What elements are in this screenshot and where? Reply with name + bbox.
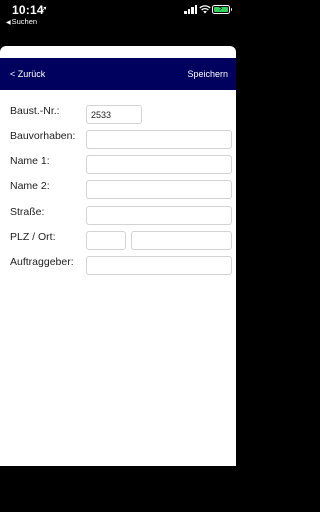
- auftraggeber-input[interactable]: [86, 256, 232, 275]
- battery-icon: ⚡: [212, 4, 232, 14]
- clock: 10:14: [12, 3, 44, 17]
- auftraggeber-label: Auftraggeber:: [10, 256, 74, 268]
- back-triangle-icon: ◀: [6, 20, 11, 26]
- bauvorhaben-label: Bauvorhaben:: [10, 130, 76, 142]
- save-button[interactable]: Speichern: [187, 69, 228, 79]
- wifi-icon: [199, 5, 211, 14]
- status-bar: 10:14 ➚ ◀Suchen ⚡: [0, 0, 236, 30]
- back-to-app-label: Suchen: [11, 17, 38, 26]
- baustelle-nr-input[interactable]: [86, 105, 142, 124]
- strasse-input[interactable]: [86, 206, 232, 225]
- navigation-bar: < Zurück Speichern: [0, 58, 236, 90]
- charging-bolt-icon: ⚡: [218, 4, 224, 13]
- strasse-label: Straße:: [10, 206, 45, 218]
- plz-ort-label: PLZ / Ort:: [10, 231, 56, 243]
- name2-label: Name 2:: [10, 180, 50, 192]
- name2-input[interactable]: [86, 180, 232, 199]
- name1-label: Name 1:: [10, 155, 50, 167]
- cellular-signal-icon: [184, 5, 198, 14]
- location-arrow-icon: ➚: [40, 4, 48, 14]
- back-button[interactable]: < Zurück: [10, 69, 45, 79]
- plz-input[interactable]: [86, 231, 126, 250]
- ort-input[interactable]: [131, 231, 232, 250]
- back-to-app-link[interactable]: ◀Suchen: [6, 17, 37, 26]
- baustelle-nr-label: Baust.-Nr.:: [10, 105, 60, 117]
- name1-input[interactable]: [86, 155, 232, 174]
- bauvorhaben-input[interactable]: [86, 130, 232, 149]
